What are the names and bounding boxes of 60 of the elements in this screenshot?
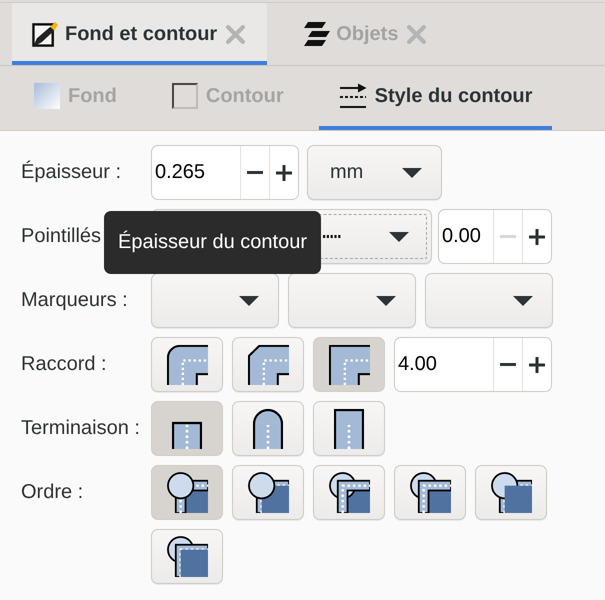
number-spinner[interactable]: 0.00 — [438, 209, 552, 264]
plus-icon — [529, 356, 545, 372]
stroke-style-icon — [338, 83, 367, 109]
toggle-button[interactable] — [232, 337, 304, 392]
field-label: Terminaison : — [21, 417, 140, 440]
caret-icon — [402, 168, 422, 178]
field-label: Pointillés — [21, 225, 102, 248]
miter-join-icon — [328, 344, 370, 384]
tooltip: Épaisseur du contour — [104, 211, 322, 274]
toggle-button[interactable] — [313, 401, 385, 456]
caret-icon — [239, 296, 259, 306]
caret-icon — [513, 296, 533, 306]
square-outline-icon — [172, 83, 198, 109]
round-cap-icon — [253, 408, 283, 448]
stacked-bars-icon — [304, 22, 330, 46]
dropdown[interactable] — [151, 273, 279, 328]
toggle-button[interactable] — [313, 465, 385, 520]
field-label: Épaisseur : — [21, 161, 122, 184]
caret-icon — [389, 232, 409, 242]
dotted-line-icon — [323, 235, 341, 238]
toggle-button[interactable] — [394, 465, 466, 520]
paint-order-icon — [410, 472, 450, 513]
paint-order-icon — [166, 472, 208, 513]
increment-button[interactable] — [269, 146, 298, 199]
number-spinner[interactable]: 0.265 — [151, 145, 299, 200]
toggle-button[interactable] — [313, 337, 385, 392]
caret-icon — [376, 296, 396, 306]
number-spinner[interactable]: 4.00 — [394, 337, 552, 392]
toggle-button[interactable] — [151, 401, 223, 456]
field-label: Marqueurs : — [21, 289, 128, 312]
square-cap-icon — [334, 408, 364, 448]
toggle-button[interactable] — [475, 465, 547, 520]
dropdown[interactable]: mm — [307, 145, 442, 200]
toggle-button[interactable] — [151, 465, 223, 520]
paint-order-icon — [328, 472, 370, 513]
toggle-button[interactable] — [232, 465, 304, 520]
minus-icon — [500, 363, 516, 366]
number-field[interactable]: 4.00 — [395, 338, 493, 391]
brush-icon — [32, 20, 59, 48]
toggle-button[interactable] — [151, 529, 223, 584]
increment-button[interactable] — [522, 210, 551, 263]
field-label: Ordre : — [21, 481, 84, 504]
plus-icon — [276, 164, 292, 180]
number-field[interactable]: 0.265 — [152, 146, 240, 199]
paint-order-icon — [248, 472, 288, 513]
paint-order-icon — [490, 472, 532, 513]
round-join-icon — [166, 344, 208, 384]
number-field[interactable]: 0.00 — [439, 210, 493, 263]
toggle-button[interactable] — [151, 337, 223, 392]
bevel-join-icon — [248, 344, 288, 384]
plus-icon — [529, 228, 545, 244]
toggle-button[interactable] — [232, 401, 304, 456]
minus-icon — [247, 171, 263, 174]
tab[interactable]: Fond et contour — [12, 3, 268, 65]
gradient-square-icon — [34, 83, 60, 109]
paint-order-icon — [166, 536, 208, 577]
tab[interactable]: Style du contour — [318, 66, 552, 130]
increment-button[interactable] — [522, 338, 551, 391]
field-label: Raccord : — [21, 353, 107, 376]
minus-icon — [500, 235, 516, 238]
